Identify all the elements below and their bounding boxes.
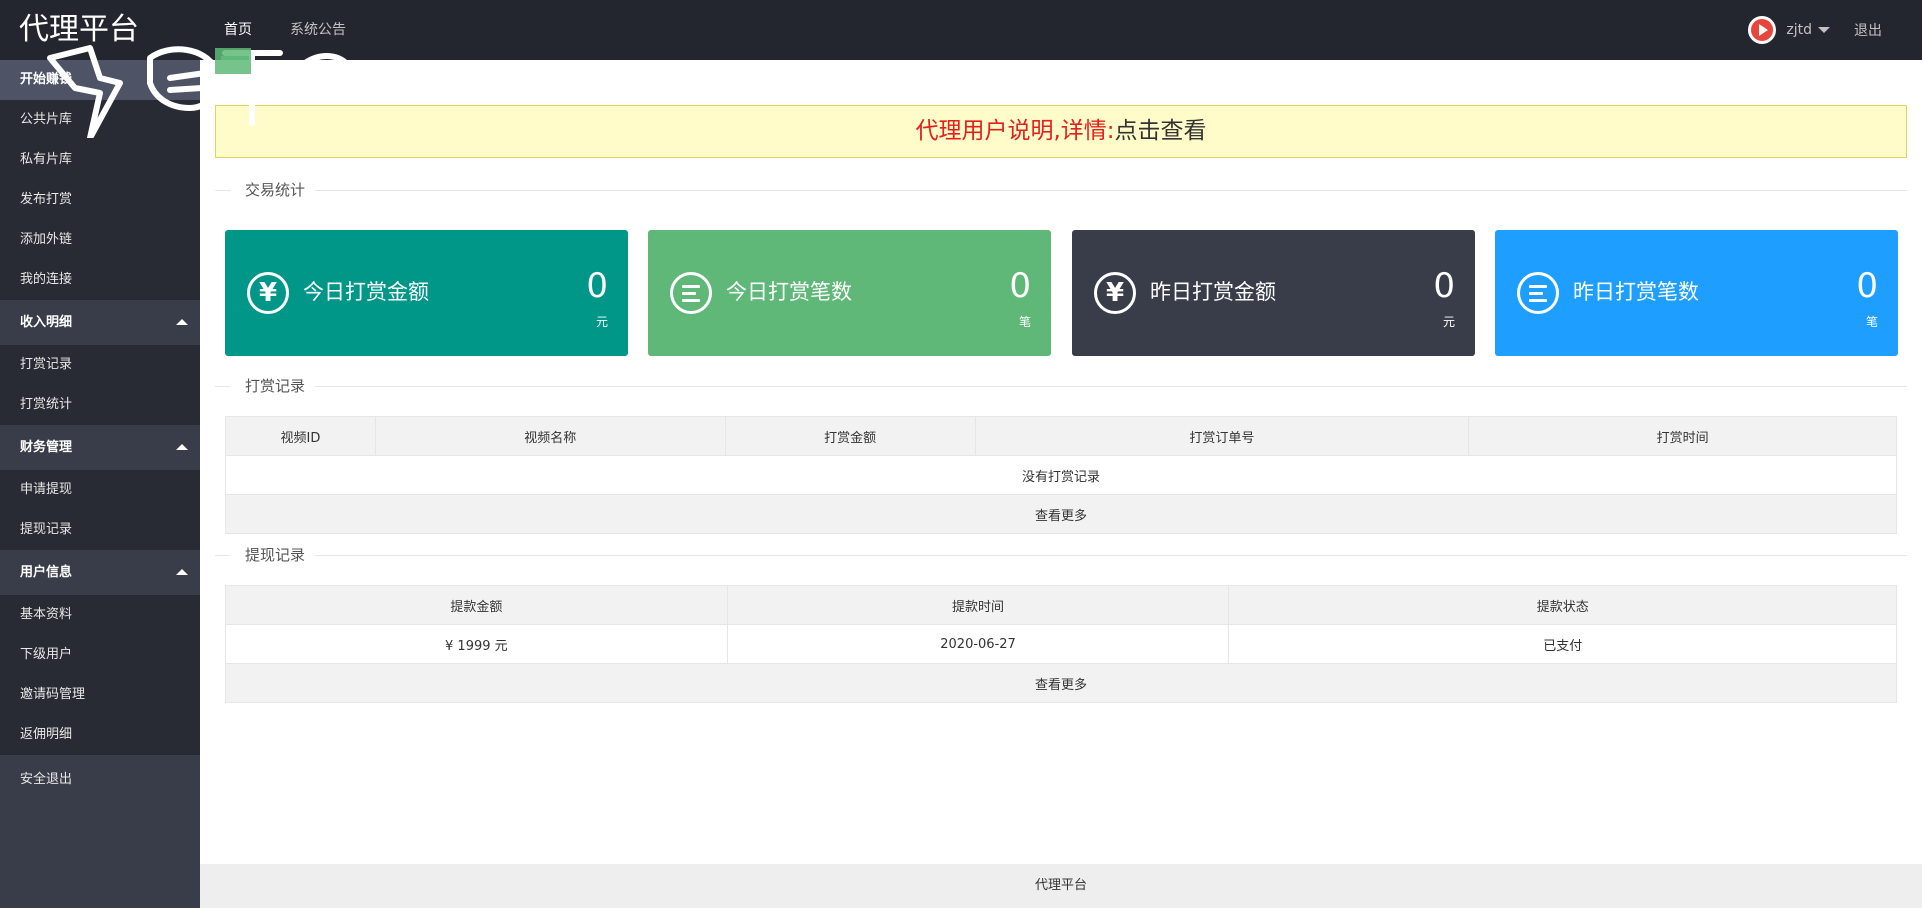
stat-card-value: 0 [1009,266,1031,306]
notice-link[interactable]: 点击查看 [1115,118,1207,144]
footer: 代理平台 [200,864,1922,908]
sidebar-item-withdraw-records[interactable]: 提现记录 [0,510,200,550]
stat-card-value: 0 [1433,266,1455,306]
user-area: zjtd 退出 [1748,0,1882,60]
yen-icon: ¥ [1094,272,1136,314]
sidebar-item-publish-tip[interactable]: 发布打赏 [0,180,200,220]
main-content: 代理用户说明,详情:点击查看 交易统计 ¥ 今日打赏金额 0 元 今日打赏笔数 … [200,60,1922,908]
withdraw-time: 2020-06-27 [726,624,1230,664]
sidebar-item-invite-codes[interactable]: 邀请码管理 [0,675,200,715]
sidebar-item-commission[interactable]: 返佣明细 [0,715,200,755]
table-row: 没有打赏记录 [225,455,1897,495]
sidebar-group-finance[interactable]: 财务管理 [0,425,200,470]
logout-link[interactable]: 退出 [1854,20,1882,40]
sidebar-group-label: 用户信息 [20,565,73,580]
sidebar-item-public-library[interactable]: 公共片库 [0,100,200,140]
stat-card-yesterday-count: 昨日打赏笔数 0 笔 [1495,230,1898,356]
table-header: 视频名称 [374,416,726,456]
table-header: 提款金额 [225,585,728,625]
empty-message: 没有打赏记录 [225,455,1897,495]
stat-card-title: 今日打赏金额 [303,280,429,304]
sidebar-block-content: 公共片库 私有片库 发布打赏 添加外链 我的连接 [0,100,200,300]
nav-home[interactable]: 首页 [221,0,255,60]
stat-card-value: 0 [586,266,608,306]
stat-card-unit: 笔 [1018,315,1031,329]
sidebar-group-label: 收入明细 [20,315,73,330]
section-title-stats: 交易统计 [215,180,1907,200]
top-nav: 首页 系统公告 [221,0,384,60]
tips-table: 视频ID 视频名称 打赏金额 打赏订单号 打赏时间 没有打赏记录 查看更多 [225,416,1897,534]
top-header: 代理平台 首页 系统公告 zjtd 退出 [0,0,1922,60]
table-header-row: 提款金额 提款时间 提款状态 [225,585,1897,625]
app-logo[interactable]: 代理平台 [19,12,139,48]
table-header-row: 视频ID 视频名称 打赏金额 打赏订单号 打赏时间 [225,416,1897,456]
sidebar-block-finance: 申请提现 提现记录 [0,470,200,550]
sidebar-item-private-library[interactable]: 私有片库 [0,140,200,180]
table-header: 打赏订单号 [974,416,1470,456]
sidebar: 开始赚钱 公共片库 私有片库 发布打赏 添加外链 我的连接 收入明细 打赏记录 … [0,60,200,908]
chevron-up-icon [176,569,188,575]
section-title-label: 打赏记录 [230,376,316,396]
view-more-button[interactable]: 查看更多 [225,663,1897,703]
sidebar-block-income: 打赏记录 打赏统计 [0,345,200,425]
stat-card-today-count: 今日打赏笔数 0 笔 [648,230,1051,356]
stat-card-title: 昨日打赏笔数 [1573,280,1699,304]
table-header: 打赏金额 [724,416,976,456]
section-title-label: 提现记录 [230,545,316,565]
sidebar-item-apply-withdraw[interactable]: 申请提现 [0,470,200,510]
username[interactable]: zjtd [1786,22,1812,38]
notice-banner: 代理用户说明,详情:点击查看 [215,105,1907,158]
section-title-withdraw: 提现记录 [215,545,1907,565]
chevron-up-icon [176,444,188,450]
stat-card-value: 0 [1856,266,1878,306]
withdraw-status: 已支付 [1228,624,1897,664]
withdraw-amount: ¥ 1999 元 [225,624,728,664]
sidebar-item-add-external-link[interactable]: 添加外链 [0,220,200,260]
sidebar-item-start-earning[interactable]: 开始赚钱 [0,60,200,100]
nav-announcements[interactable]: 系统公告 [290,0,346,60]
view-more-button[interactable]: 查看更多 [225,494,1897,534]
table-header: 提款时间 [726,585,1230,625]
sidebar-group-income[interactable]: 收入明细 [0,300,200,345]
list-icon [1517,272,1559,314]
stat-card-unit: 笔 [1865,315,1878,329]
chevron-up-icon [176,319,188,325]
list-icon [670,272,712,314]
sidebar-item-basic-profile[interactable]: 基本资料 [0,595,200,635]
sidebar-item-sub-users[interactable]: 下级用户 [0,635,200,675]
notice-text: 代理用户说明,详情: [915,118,1115,144]
table-header: 打赏时间 [1468,416,1897,456]
stat-card-yesterday-amount: ¥ 昨日打赏金额 0 元 [1072,230,1475,356]
sidebar-item-safe-exit[interactable]: 安全退出 [0,757,200,802]
stat-card-title: 昨日打赏金额 [1150,280,1276,304]
stat-card-unit: 元 [595,315,608,329]
sidebar-group-user[interactable]: 用户信息 [0,550,200,595]
sidebar-block-user: 基本资料 下级用户 邀请码管理 返佣明细 [0,595,200,755]
sidebar-item-my-links[interactable]: 我的连接 [0,260,200,300]
table-row: 查看更多 [225,663,1897,703]
sidebar-item-tip-records[interactable]: 打赏记录 [0,345,200,385]
table-header: 提款状态 [1228,585,1897,625]
sidebar-group-label: 财务管理 [20,440,73,455]
stat-card-title: 今日打赏笔数 [726,280,852,304]
sidebar-item-tip-stats[interactable]: 打赏统计 [0,385,200,425]
table-row: ¥ 1999 元 2020-06-27 已支付 [225,624,1897,664]
yen-icon: ¥ [247,272,289,314]
stat-cards: ¥ 今日打赏金额 0 元 今日打赏笔数 0 笔 ¥ 昨日打赏金额 0 元 昨日打… [225,230,1898,356]
withdraw-table: 提款金额 提款时间 提款状态 ¥ 1999 元 2020-06-27 已支付 查… [225,585,1897,703]
avatar[interactable] [1748,16,1777,44]
table-row: 查看更多 [225,494,1897,534]
chevron-down-icon[interactable] [1818,27,1830,33]
section-title-label: 交易统计 [230,180,316,200]
stat-card-today-amount: ¥ 今日打赏金额 0 元 [225,230,628,356]
section-title-tips: 打赏记录 [215,376,1907,396]
stat-card-unit: 元 [1442,315,1455,329]
table-header: 视频ID [225,416,376,456]
